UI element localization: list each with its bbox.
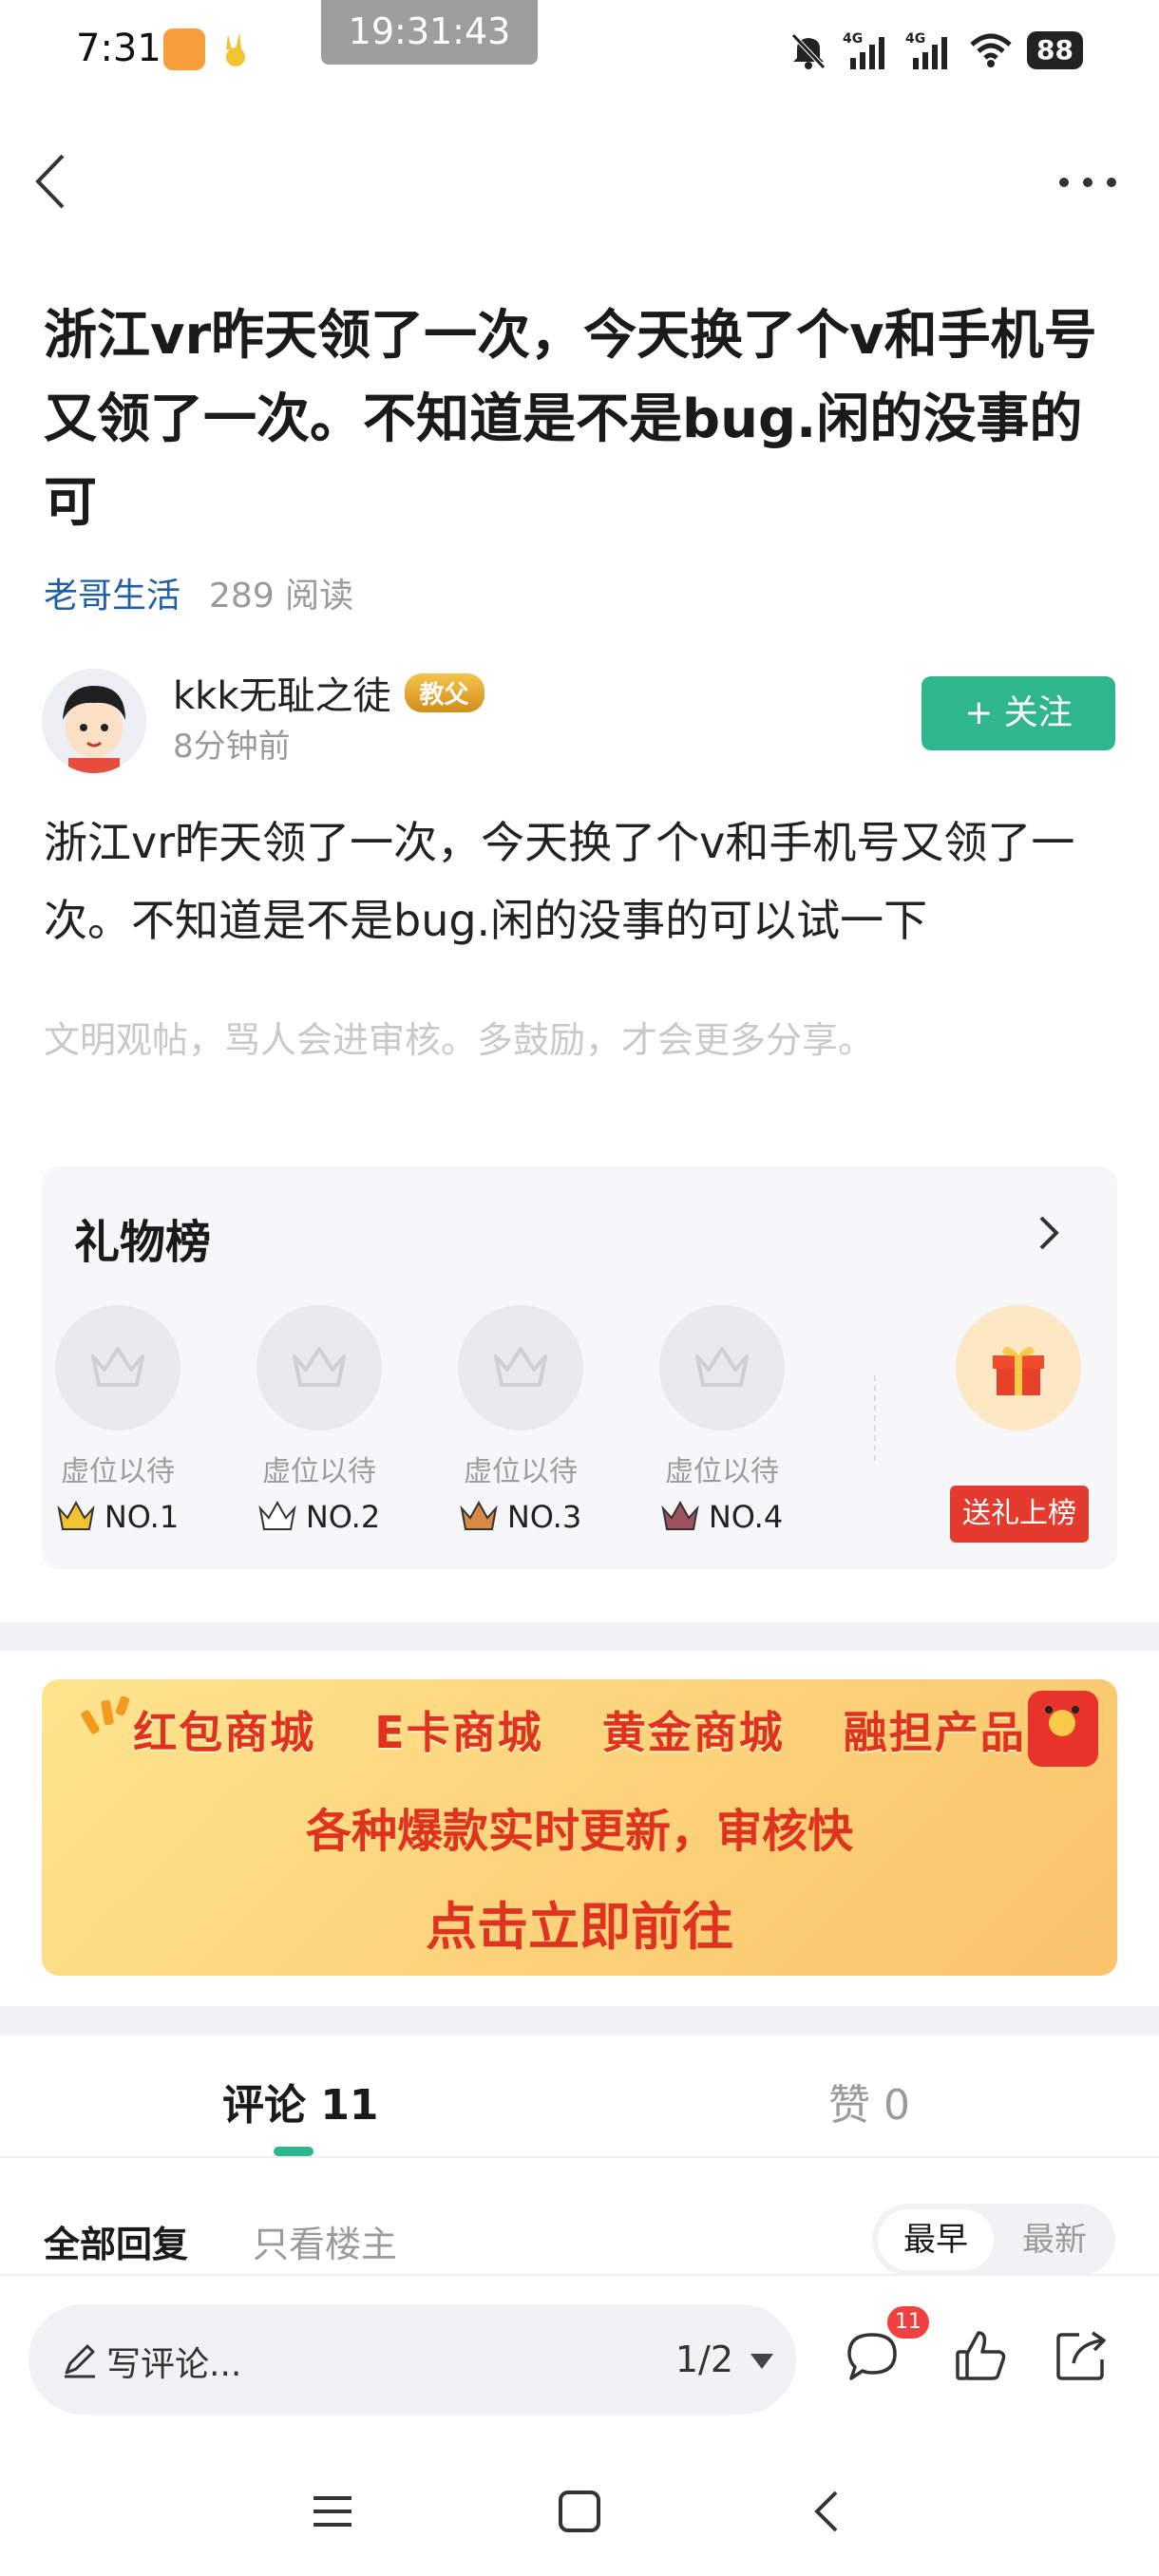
rank-crown-icon — [57, 1501, 95, 1530]
gift-slot-4[interactable]: 虚位以待 NO.4 — [646, 1305, 798, 1552]
sort-toggle: 最早 最新 — [872, 2204, 1115, 2276]
filter-all-replies[interactable]: 全部回复 — [44, 2215, 188, 2267]
crown-outline-icon — [494, 1347, 547, 1387]
avatar[interactable] — [42, 669, 146, 773]
gift-box-icon — [993, 1346, 1044, 1395]
home-icon[interactable] — [553, 2485, 606, 2538]
slot-rank: NO.3 — [445, 1499, 597, 1535]
back-nav-icon[interactable] — [800, 2485, 853, 2538]
slot-avatar — [256, 1305, 382, 1430]
section-separator — [0, 2006, 1159, 2035]
signal-icon-1: 4G — [843, 31, 885, 69]
slot-label: 虚位以待 — [665, 1455, 779, 1488]
banner-cta: 点击立即前往 — [426, 1897, 733, 1957]
gift-slot-2[interactable]: 虚位以待 NO.2 — [243, 1305, 395, 1552]
chevron-right-icon[interactable] — [1034, 1212, 1062, 1254]
caret-down-icon[interactable] — [749, 2352, 775, 2371]
rank-label: NO.4 — [708, 1499, 784, 1535]
slot-label: 虚位以待 — [464, 1455, 578, 1488]
wifi-icon — [970, 33, 1012, 67]
post-time: 8分钟前 — [173, 728, 291, 766]
comment-input[interactable]: 写评论... 1/2 — [28, 2304, 796, 2415]
slot-rank: NO.1 — [42, 1499, 194, 1535]
section-separator — [0, 1622, 1159, 1651]
avatar-image — [42, 669, 146, 773]
bottom-action-bar: 写评论... 1/2 11 — [0, 2274, 1159, 2445]
svg-text:4G: 4G — [905, 31, 925, 47]
sort-oldest[interactable]: 最早 — [878, 2209, 994, 2270]
back-icon[interactable] — [27, 150, 74, 213]
banner-headline: 各种爆款实时更新，审核快 — [305, 1805, 853, 1858]
menu-icon[interactable] — [306, 2485, 359, 2538]
gift-board-title: 礼物榜 — [74, 1216, 212, 1269]
slot-rank: NO.4 — [646, 1499, 798, 1535]
comment-placeholder: 写评论... — [106, 2345, 242, 2384]
rank-crown-icon — [460, 1501, 498, 1530]
divider — [874, 1375, 876, 1461]
mute-bell-icon — [791, 33, 826, 69]
pen-icon — [65, 2344, 95, 2378]
slot-avatar — [55, 1305, 180, 1430]
send-gift-button[interactable]: 送礼上榜 — [950, 1486, 1089, 1543]
comment-filters: 全部回复 只看楼主 最早 最新 — [0, 2204, 1159, 2276]
post-title: 浙江vr昨天领了一次，今天换了个v和手机号又领了一次。不知道是不是bug.闲的没… — [44, 305, 1097, 534]
slot-avatar — [458, 1305, 583, 1430]
banner-items: 红包商城 E卡商城 黄金商城 融担产品 — [42, 1698, 1117, 1761]
category-link[interactable]: 老哥生活 — [44, 568, 180, 617]
active-tab-indicator — [274, 2147, 314, 2156]
gift-board: 礼物榜 虚位以待 NO.1 虚位以待 NO.2 虚位以待 NO.3 虚位以待 N… — [42, 1166, 1117, 1569]
app-notification-icon — [163, 28, 205, 70]
rank-label: NO.1 — [104, 1499, 180, 1535]
tab-comments[interactable]: 评论 11 — [222, 2071, 379, 2131]
rabbit-notification-icon — [226, 32, 245, 66]
status-time: 7:31 — [76, 27, 162, 70]
post-meta: 老哥生活 289 阅读 — [44, 568, 353, 617]
share-icon[interactable] — [1051, 2325, 1112, 2386]
svg-text:4G: 4G — [843, 31, 863, 47]
signal-icon-2: 4G — [905, 31, 948, 69]
author-badge: 教父 — [404, 672, 484, 712]
battery-indicator: 88 — [1027, 31, 1083, 69]
more-options-icon[interactable] — [1054, 163, 1121, 201]
rank-label: NO.3 — [506, 1499, 582, 1535]
gift-slot-1[interactable]: 虚位以待 NO.1 — [42, 1305, 194, 1552]
rank-crown-icon — [661, 1501, 699, 1530]
page-indicator[interactable]: 1/2 — [675, 2339, 733, 2380]
promo-banner[interactable]: 红包商城 E卡商城 黄金商城 融担产品 各种爆款实时更新，审核快 点击立即前往 — [42, 1679, 1117, 1976]
banner-item: 黄金商城 — [601, 1707, 785, 1758]
gift-button[interactable] — [956, 1305, 1081, 1430]
clock-overlay: 19:31:43 — [321, 0, 538, 65]
crown-outline-icon — [293, 1347, 346, 1387]
slot-label: 虚位以待 — [262, 1455, 376, 1488]
status-icons: 4G 4G 88 — [788, 27, 1083, 74]
gift-slot-3[interactable]: 虚位以待 NO.3 — [445, 1305, 597, 1552]
read-count: 289 阅读 — [209, 577, 354, 616]
crown-outline-icon — [695, 1347, 749, 1387]
tab-likes[interactable]: 赞 0 — [828, 2071, 910, 2131]
thumbs-up-icon[interactable] — [950, 2325, 1011, 2386]
author-name-row: kkk无耻之徒 教父 — [173, 665, 484, 720]
filter-op-only[interactable]: 只看楼主 — [253, 2215, 397, 2267]
slot-avatar — [659, 1305, 785, 1430]
rank-crown-icon — [258, 1501, 296, 1530]
comment-count-badge: 11 — [887, 2306, 929, 2339]
comment-tabs: 评论 11 赞 0 — [0, 2033, 1159, 2158]
banner-item: 融担产品 — [843, 1707, 1026, 1758]
banner-item: E卡商城 — [374, 1707, 543, 1758]
banner-item: 红包商城 — [133, 1707, 316, 1758]
status-bar: 7:31 19:31:43 4G 4G 88 — [0, 0, 1159, 104]
sort-newest[interactable]: 最新 — [999, 2209, 1110, 2270]
crown-outline-icon — [91, 1347, 144, 1387]
system-nav-bar — [0, 2445, 1159, 2576]
rank-label: NO.2 — [305, 1499, 381, 1535]
post-content: 浙江vr昨天领了一次，今天换了个v和手机号又领了一次。不知道是不是bug.闲的没… — [44, 817, 1075, 946]
follow-button[interactable]: + 关注 — [922, 676, 1115, 750]
civility-notice: 文明观帖，骂人会进审核。多鼓励，才会更多分享。 — [44, 1019, 875, 1061]
slot-rank: NO.2 — [243, 1499, 395, 1535]
author-name[interactable]: kkk无耻之徒 — [173, 665, 391, 720]
author-row: kkk无耻之徒 教父 8分钟前 + 关注 — [42, 665, 1115, 775]
slot-label: 虚位以待 — [61, 1455, 175, 1488]
